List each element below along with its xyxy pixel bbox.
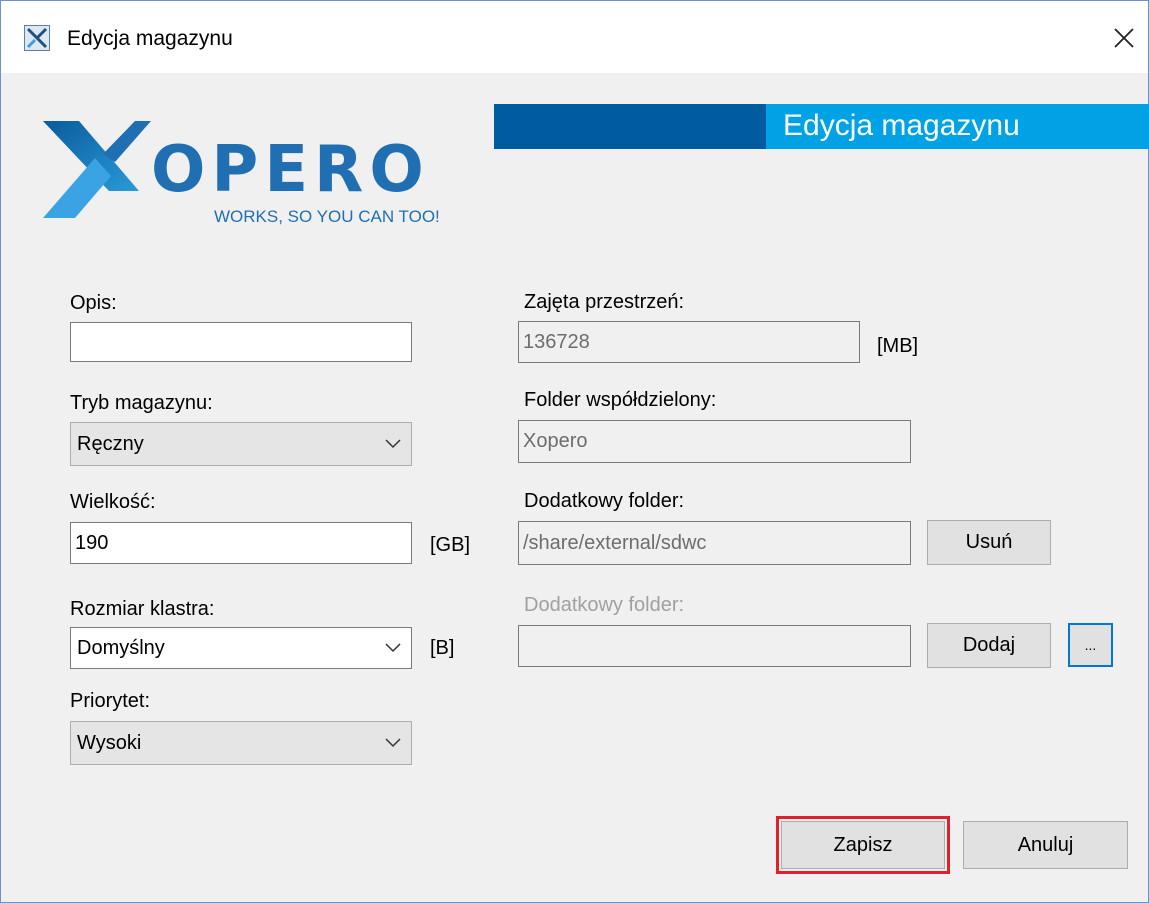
zajeta-unit: [MB]	[877, 335, 919, 357]
dodatkowy1-field: /share/external/sdwc	[518, 521, 911, 565]
title-bar: Edycja magazynu	[1, 1, 1148, 73]
opis-label: Opis:	[70, 292, 117, 314]
tryb-label: Tryb magazynu:	[70, 392, 213, 414]
opis-input[interactable]	[70, 322, 412, 362]
folder-wsp-value: Xopero	[523, 430, 588, 452]
logo-tagline: WORKS, SO YOU CAN TOO!	[214, 207, 440, 226]
svg-text:OPERO: OPERO	[151, 133, 430, 207]
banner-title: Edycja magazynu	[783, 109, 1020, 142]
browse-folder-button[interactable]: ...	[1068, 623, 1113, 667]
priorytet-label: Priorytet:	[70, 690, 151, 712]
close-icon	[1114, 28, 1134, 48]
window-title: Edycja magazynu	[67, 27, 233, 50]
remove-folder-button[interactable]: Usuń	[927, 520, 1051, 565]
wielkosc-unit: [GB]	[430, 534, 471, 556]
dodatkowy2-label: Dodatkowy folder:	[524, 594, 685, 616]
chevron-down-icon	[385, 643, 401, 653]
klaster-value: Domyślny	[77, 636, 165, 659]
app-icon	[24, 25, 50, 51]
tryb-value: Ręczny	[77, 432, 144, 455]
priorytet-select[interactable]: Wysoki	[70, 721, 412, 765]
dialog-window: Edycja magazynu Edycja magazynu OPERO WO…	[0, 0, 1149, 903]
zajeta-value: 136728	[523, 330, 590, 353]
wielkosc-input[interactable]	[70, 522, 412, 564]
klaster-unit: [B]	[430, 637, 455, 659]
klaster-select[interactable]: Domyślny	[70, 627, 412, 669]
dodatkowy2-input[interactable]	[518, 625, 911, 667]
banner-dark-band	[494, 104, 766, 149]
chevron-down-icon	[385, 738, 401, 748]
add-folder-button[interactable]: Dodaj	[927, 623, 1051, 668]
save-button[interactable]: Zapisz	[776, 816, 950, 874]
xopero-logo: OPERO WORKS, SO YOU CAN TOO!	[43, 121, 440, 226]
tryb-select[interactable]: Ręczny	[70, 422, 412, 466]
zajeta-label: Zajęta przestrzeń:	[524, 291, 685, 313]
wielkosc-label: Wielkość:	[70, 491, 156, 513]
chevron-down-icon	[385, 439, 401, 449]
close-button[interactable]	[1101, 13, 1147, 63]
priorytet-value: Wysoki	[77, 731, 142, 754]
folder-wsp-label: Folder współdzielony:	[524, 389, 717, 411]
folder-wsp-field: Xopero	[518, 420, 911, 463]
dodatkowy1-value: /share/external/sdwc	[523, 531, 707, 554]
klaster-label: Rozmiar klastra:	[70, 598, 215, 620]
cancel-button[interactable]: Anuluj	[963, 821, 1128, 869]
zajeta-field: 136728	[518, 321, 860, 363]
dodatkowy1-label: Dodatkowy folder:	[524, 490, 685, 512]
